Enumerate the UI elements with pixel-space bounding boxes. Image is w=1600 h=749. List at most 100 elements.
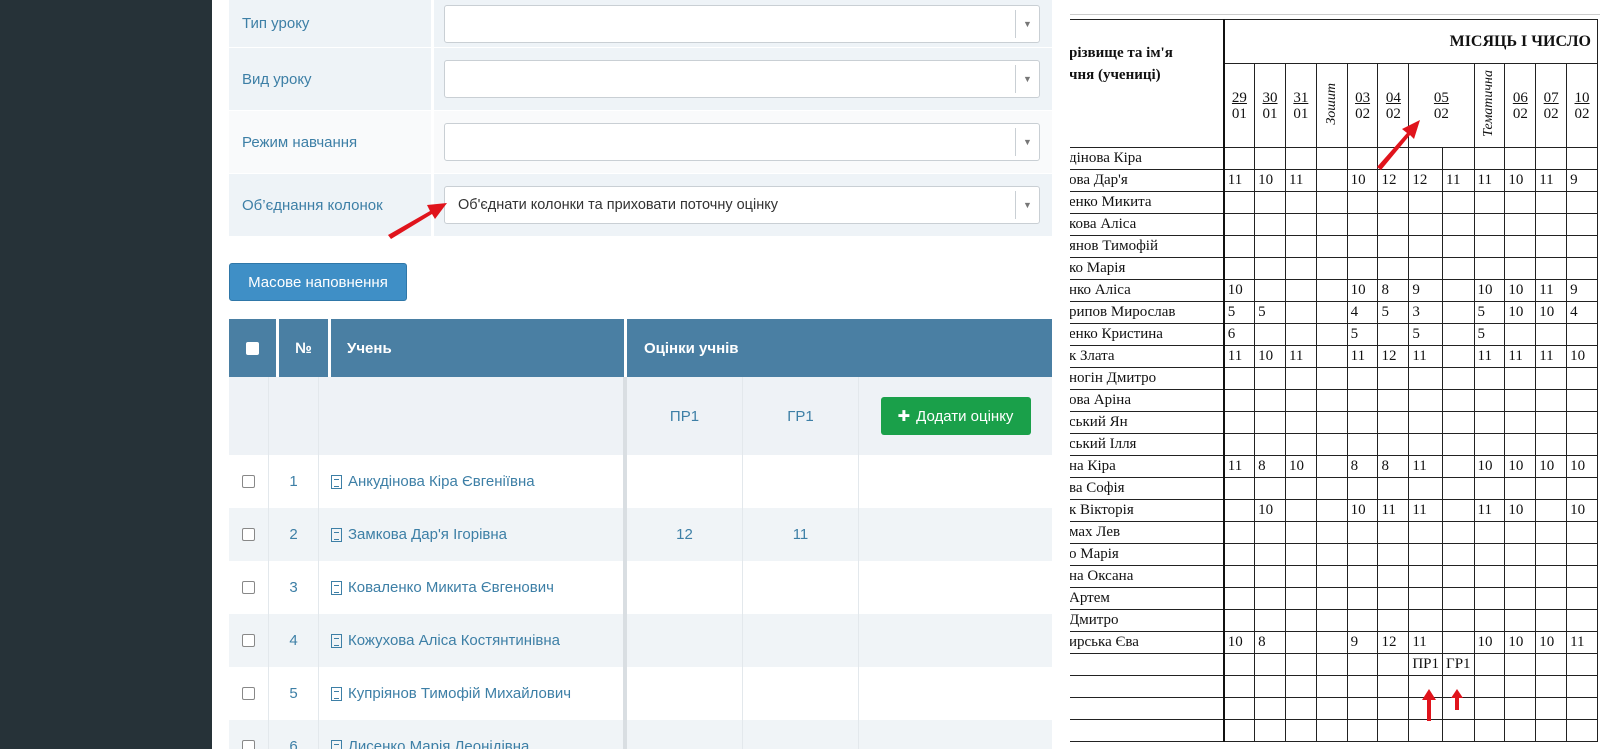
journal-grade-cell bbox=[1566, 565, 1598, 588]
journal-grade-cell bbox=[1346, 411, 1379, 434]
journal-grade-cell: 11 bbox=[1473, 345, 1506, 368]
journal-grade-cell bbox=[1284, 301, 1317, 324]
journal-grade-cell bbox=[1442, 213, 1475, 236]
row-number: 2 bbox=[269, 508, 319, 561]
study-mode-select[interactable]: ▼ bbox=[444, 123, 1040, 161]
grade-empty-cell[interactable] bbox=[859, 455, 1052, 508]
grade-empty-cell[interactable] bbox=[859, 720, 1052, 749]
student-link[interactable]: Купріянов Тимофій Михайлович bbox=[319, 667, 627, 720]
row-checkbox[interactable] bbox=[242, 528, 255, 541]
add-grade-button[interactable]: ✚ Додати оцінку bbox=[880, 397, 1031, 435]
merge-columns-control: Об'єднати колонки та приховати поточну о… bbox=[434, 174, 1052, 236]
journal-grade-cell bbox=[1284, 499, 1317, 522]
grade-empty-cell[interactable] bbox=[859, 614, 1052, 667]
grade-gr1-cell[interactable] bbox=[743, 720, 859, 749]
select-all-checkbox[interactable] bbox=[246, 341, 259, 355]
grade-pr1-cell[interactable] bbox=[627, 667, 743, 720]
journal-grade-cell bbox=[1566, 257, 1598, 280]
col-pr1-header[interactable]: ПР1 bbox=[627, 377, 743, 455]
journal-row: на Оксана bbox=[1070, 565, 1598, 588]
row-checkbox[interactable] bbox=[242, 634, 255, 647]
journal-grade-cell: 11 bbox=[1408, 345, 1444, 368]
journal-grade-cell bbox=[1473, 587, 1506, 610]
grade-empty-cell[interactable] bbox=[859, 667, 1052, 720]
journal-grade-cell bbox=[1315, 543, 1348, 566]
row-checkbox[interactable] bbox=[242, 687, 255, 700]
journal-empty-cell bbox=[1223, 675, 1256, 698]
journal-grade-cell bbox=[1315, 279, 1348, 302]
col-gr1-header[interactable]: ГР1 bbox=[743, 377, 859, 455]
journal-footer-cell bbox=[1473, 653, 1506, 676]
journal-empty-cell bbox=[1315, 675, 1348, 698]
grade-pr1-cell[interactable]: 12 bbox=[627, 508, 743, 561]
table-row: 2 Замкова Дар'я Ігорівна 12 11 bbox=[229, 508, 1052, 561]
grade-pr1-cell[interactable] bbox=[627, 561, 743, 614]
journal-grade-cell bbox=[1315, 631, 1348, 654]
student-link[interactable]: Коваленко Микита Євгенович bbox=[319, 561, 627, 614]
journal-grade-cell bbox=[1377, 477, 1410, 500]
journal-row: ко Марія bbox=[1070, 257, 1598, 280]
journal-grade-cell bbox=[1223, 433, 1256, 456]
student-link[interactable]: Замкова Дар'я Ігорівна bbox=[319, 508, 627, 561]
journal-grade-cell: 11 bbox=[1566, 631, 1598, 654]
journal-grade-cell bbox=[1442, 631, 1475, 654]
journal-student-name: нко Аліса bbox=[1070, 279, 1225, 302]
chevron-down-icon: ▼ bbox=[1015, 191, 1039, 219]
student-link[interactable]: Кожухова Аліса Костянтинівна bbox=[319, 614, 627, 667]
grade-empty-cell[interactable] bbox=[859, 561, 1052, 614]
grade-gr1-cell[interactable] bbox=[743, 561, 859, 614]
mass-fill-button[interactable]: Масове наповнення bbox=[229, 263, 407, 301]
grade-gr1-cell[interactable] bbox=[743, 667, 859, 720]
grade-pr1-cell[interactable] bbox=[627, 720, 743, 749]
journal-grade-cell bbox=[1315, 191, 1348, 214]
lesson-type-select[interactable]: ▼ bbox=[444, 4, 1040, 43]
grades-grid: № Учень Оцінки учнів ПР1 ГР1 ✚ Додати оц… bbox=[229, 319, 1052, 749]
journal-grade-cell: 9 bbox=[1566, 169, 1598, 192]
journal-grade-cell bbox=[1442, 543, 1475, 566]
merge-columns-select[interactable]: Об'єднати колонки та приховати поточну о… bbox=[444, 186, 1040, 224]
journal-grade-cell bbox=[1566, 235, 1598, 258]
journal-grade-cell: 5 bbox=[1346, 323, 1379, 346]
journal-grade-cell bbox=[1284, 191, 1317, 214]
journal-empty-cell bbox=[1566, 697, 1598, 720]
lesson-kind-select[interactable]: ▼ bbox=[444, 60, 1040, 98]
row-number: 6 bbox=[269, 720, 319, 749]
journal-grade-cell: 11 bbox=[1442, 169, 1475, 192]
journal-empty-cell bbox=[1473, 675, 1506, 698]
row-checkbox[interactable] bbox=[242, 475, 255, 488]
journal-grade-cell bbox=[1566, 521, 1598, 544]
journal-grade-cell: 11 bbox=[1408, 499, 1444, 522]
journal-grade-cell bbox=[1377, 609, 1410, 632]
journal-student-name: Артем bbox=[1070, 587, 1225, 610]
journal-grade-cell bbox=[1442, 323, 1475, 346]
journal-grade-cell bbox=[1284, 257, 1317, 280]
journal-grade-cell bbox=[1566, 191, 1598, 214]
grade-gr1-cell[interactable] bbox=[743, 614, 859, 667]
journal-grade-cell: 10 bbox=[1284, 455, 1317, 478]
journal-grade-cell bbox=[1442, 191, 1475, 214]
row-checkbox[interactable] bbox=[242, 581, 255, 594]
grade-pr1-cell[interactable] bbox=[627, 455, 743, 508]
row-checkbox[interactable] bbox=[242, 740, 255, 749]
journal-grade-cell bbox=[1377, 411, 1410, 434]
journal-date-cell: Зошит bbox=[1315, 63, 1348, 148]
lesson-kind-label: Вид уроку bbox=[229, 48, 434, 110]
grade-pr1-cell[interactable] bbox=[627, 614, 743, 667]
journal-grade-cell bbox=[1535, 191, 1568, 214]
journal-grade-cell: 11 bbox=[1284, 345, 1317, 368]
student-link[interactable]: Лисенко Марія Леонідівна bbox=[319, 720, 627, 749]
journal-grade-cell bbox=[1377, 235, 1410, 258]
journal-grade-cell bbox=[1442, 477, 1475, 500]
student-link[interactable]: Анкудінова Кіра Євгеніївна bbox=[319, 455, 627, 508]
grade-empty-cell[interactable] bbox=[859, 508, 1052, 561]
journal-grade-cell bbox=[1284, 323, 1317, 346]
journal-grade-cell bbox=[1504, 609, 1537, 632]
journal-grade-cell bbox=[1315, 235, 1348, 258]
grade-gr1-cell[interactable]: 11 bbox=[743, 508, 859, 561]
journal-grade-cell: 10 bbox=[1473, 631, 1506, 654]
journal-grade-cell bbox=[1377, 367, 1410, 390]
journal-empty-cell bbox=[1223, 719, 1256, 742]
journal-grade-cell: 9 bbox=[1566, 279, 1598, 302]
grade-gr1-cell[interactable] bbox=[743, 455, 859, 508]
journal-student-name: ський Ян bbox=[1070, 411, 1225, 434]
